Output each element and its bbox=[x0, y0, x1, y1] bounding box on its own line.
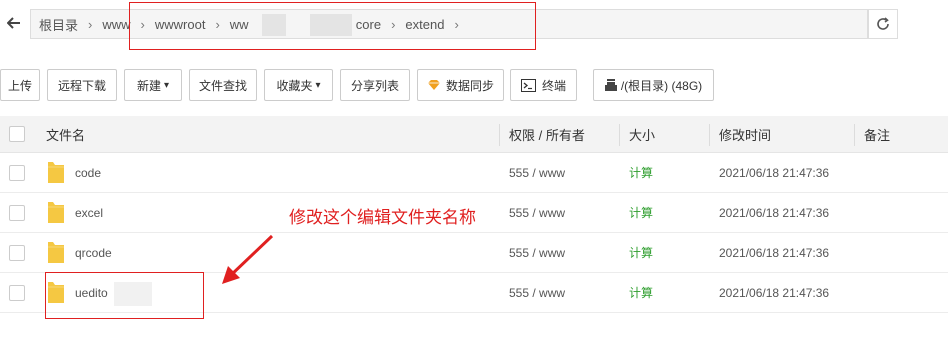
folder-icon bbox=[48, 242, 64, 263]
toolbar: 上传 远程下载 新建 ▾ 文件查找 收藏夹 ▾ 分享列表 数据同步 终端 /(根目录… bbox=[0, 69, 948, 102]
upload-button[interactable]: 上传 bbox=[0, 69, 40, 101]
annotation-arrow-icon bbox=[222, 234, 274, 284]
file-name-link[interactable]: qrcode bbox=[75, 233, 112, 272]
refresh-icon bbox=[877, 17, 889, 30]
row-checkbox[interactable] bbox=[9, 165, 25, 181]
modified-time: 2021/06/18 21:47:36 bbox=[719, 165, 830, 180]
permission-link[interactable]: 555 / www bbox=[509, 193, 565, 232]
row-checkbox[interactable] bbox=[9, 285, 25, 301]
terminal-icon bbox=[520, 78, 536, 92]
table-row[interactable]: code 555 / www 计算 2021/06/18 21:47:36 bbox=[0, 153, 948, 193]
file-name-link[interactable]: excel bbox=[75, 193, 103, 232]
permission-link[interactable]: 555 / www bbox=[509, 273, 565, 312]
header-permission[interactable]: 权限 / 所有者 bbox=[509, 116, 585, 152]
arrow-left-icon bbox=[7, 17, 20, 29]
new-dropdown-button[interactable]: 新建 ▾ bbox=[124, 69, 182, 101]
column-divider bbox=[619, 124, 620, 146]
permission-link[interactable]: 555 / www bbox=[509, 153, 565, 192]
annotation-text: 修改这个编辑文件夹名称 bbox=[289, 208, 476, 227]
header-filename[interactable]: 文件名 bbox=[46, 116, 85, 152]
table-row[interactable]: qrcode 555 / www 计算 2021/06/18 21:47:36 bbox=[0, 233, 948, 273]
header-size[interactable]: 大小 bbox=[629, 116, 655, 152]
column-divider bbox=[854, 124, 855, 146]
modified-time: 2021/06/18 21:47:36 bbox=[719, 245, 830, 260]
share-list-button[interactable]: 分享列表 bbox=[340, 69, 410, 101]
permission-link[interactable]: 555 / www bbox=[509, 233, 565, 272]
folder-icon bbox=[48, 162, 64, 183]
favorites-dropdown-button[interactable]: 收藏夹 ▾ bbox=[264, 69, 333, 101]
column-divider bbox=[499, 124, 500, 146]
row-checkbox[interactable] bbox=[9, 245, 25, 261]
calculate-size-link[interactable]: 计算 bbox=[629, 233, 653, 272]
file-name-link[interactable]: code bbox=[75, 153, 101, 192]
back-button[interactable] bbox=[0, 9, 28, 37]
diamond-icon bbox=[427, 80, 440, 90]
remote-download-button[interactable]: 远程下载 bbox=[47, 69, 117, 101]
calculate-size-link[interactable]: 计算 bbox=[629, 273, 653, 312]
row-checkbox[interactable] bbox=[9, 205, 25, 221]
header-note: 备注 bbox=[864, 127, 891, 143]
select-all-checkbox[interactable] bbox=[9, 126, 25, 142]
column-divider bbox=[709, 124, 710, 146]
disk-icon bbox=[604, 79, 617, 91]
folder-icon bbox=[48, 202, 64, 223]
file-table-header: 文件名 权限 / 所有者 大小 修改时间 备注 bbox=[0, 116, 948, 153]
modified-time: 2021/06/18 21:47:36 bbox=[719, 205, 830, 220]
disk-selector-button[interactable]: /(根目录) (48G) bbox=[593, 69, 714, 101]
calculate-size-link[interactable]: 计算 bbox=[629, 193, 653, 232]
refresh-button[interactable] bbox=[868, 9, 898, 39]
annotation-highlight-folder bbox=[45, 272, 204, 319]
chevron-down-icon: ▾ bbox=[163, 79, 170, 91]
modified-time: 2021/06/18 21:47:36 bbox=[719, 285, 830, 300]
data-sync-button[interactable]: 数据同步 bbox=[417, 69, 504, 101]
annotation-highlight-path bbox=[129, 2, 536, 50]
header-mtime[interactable]: 修改时间 bbox=[719, 116, 771, 152]
chevron-down-icon: ▾ bbox=[315, 79, 321, 91]
terminal-button[interactable]: 终端 bbox=[510, 69, 577, 101]
calculate-size-link[interactable]: 计算 bbox=[629, 153, 653, 192]
crumb-root[interactable]: 根目录 › bbox=[39, 15, 102, 34]
file-search-button[interactable]: 文件查找 bbox=[189, 69, 257, 101]
